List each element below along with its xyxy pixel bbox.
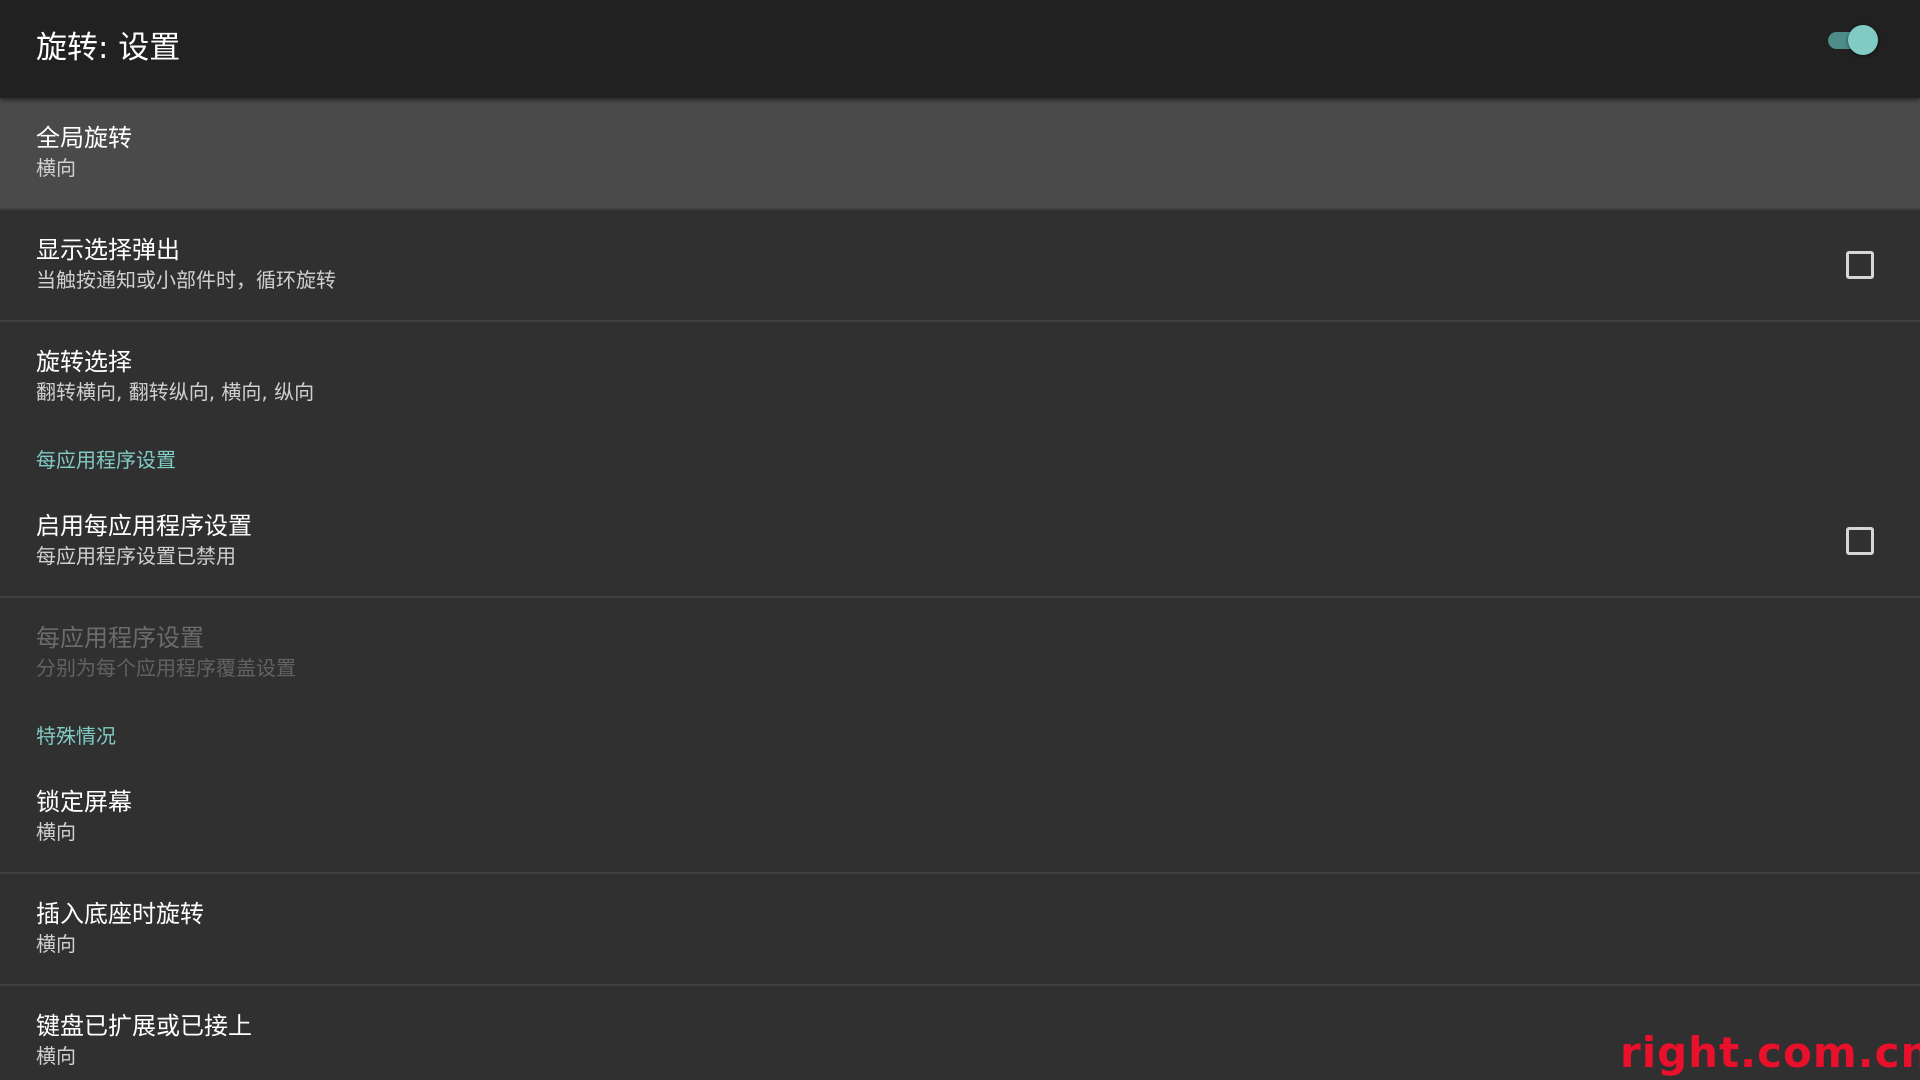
pref-rotation-choices[interactable]: 旋转选择 翻转横向, 翻转纵向, 横向, 纵向 (0, 322, 1920, 434)
enable-per-app-checkbox[interactable] (1846, 527, 1874, 555)
switch-thumb (1848, 25, 1878, 55)
pref-lock-screen[interactable]: 锁定屏幕 横向 (0, 762, 1920, 874)
pref-summary: 横向 (36, 1044, 76, 1068)
category-per-app-settings: 每应用程序设置 (0, 434, 1920, 486)
pref-summary: 分别为每个应用程序覆盖设置 (36, 656, 296, 680)
pref-global-rotation[interactable]: 全局旋转 横向 (0, 98, 1920, 210)
category-label: 每应用程序设置 (36, 448, 176, 472)
watermark: right.com.cn (1620, 1028, 1920, 1077)
pref-title: 启用每应用程序设置 (36, 512, 252, 540)
pref-title: 键盘已扩展或已接上 (36, 1012, 252, 1040)
pref-title: 锁定屏幕 (36, 788, 132, 816)
pref-docked-rotation[interactable]: 插入底座时旋转 横向 (0, 874, 1920, 986)
pref-title: 插入底座时旋转 (36, 900, 204, 928)
master-toggle-switch[interactable] (1826, 23, 1880, 55)
show-chooser-checkbox[interactable] (1846, 251, 1874, 279)
page-title: 旋转: 设置 (36, 30, 181, 66)
category-special-cases: 特殊情况 (0, 710, 1920, 762)
pref-per-app-settings: 每应用程序设置 分别为每个应用程序覆盖设置 (0, 598, 1920, 710)
pref-summary: 横向 (36, 156, 76, 180)
pref-title: 每应用程序设置 (36, 624, 204, 652)
pref-enable-per-app[interactable]: 启用每应用程序设置 每应用程序设置已禁用 (0, 486, 1920, 598)
pref-summary: 翻转横向, 翻转纵向, 横向, 纵向 (36, 380, 315, 404)
pref-summary: 横向 (36, 932, 76, 956)
pref-title: 旋转选择 (36, 348, 132, 376)
pref-title: 显示选择弹出 (36, 236, 180, 264)
pref-summary: 当触按通知或小部件时，循环旋转 (36, 268, 336, 292)
settings-list[interactable]: 全局旋转 横向 显示选择弹出 当触按通知或小部件时，循环旋转 旋转选择 翻转横向… (0, 98, 1920, 1080)
pref-show-chooser-popup[interactable]: 显示选择弹出 当触按通知或小部件时，循环旋转 (0, 210, 1920, 322)
pref-title: 全局旋转 (36, 124, 132, 152)
category-label: 特殊情况 (36, 724, 116, 748)
pref-summary: 每应用程序设置已禁用 (36, 544, 236, 568)
pref-summary: 横向 (36, 820, 76, 844)
app-bar: 旋转: 设置 (0, 0, 1920, 98)
